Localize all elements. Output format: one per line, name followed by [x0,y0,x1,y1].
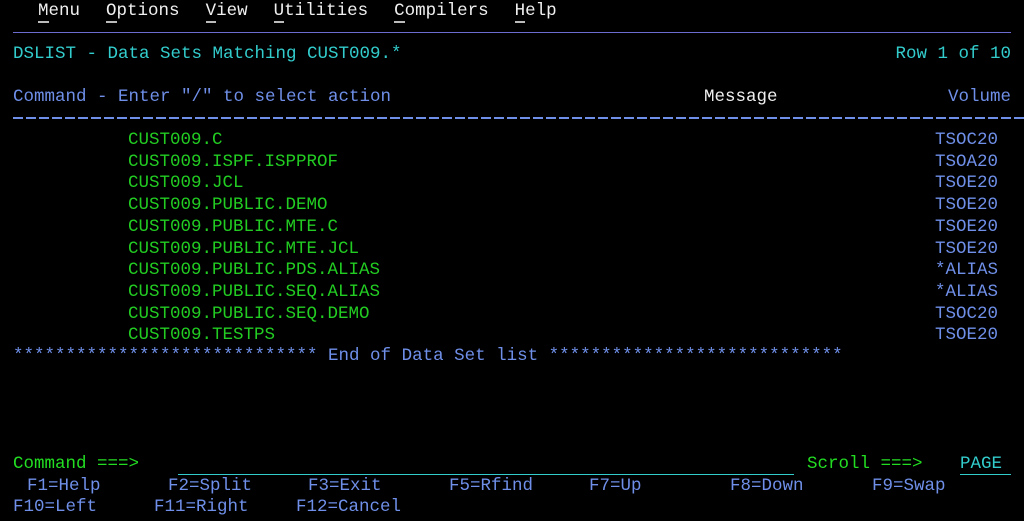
scroll-prompt: Scroll ===> [807,454,923,474]
pf-key[interactable]: F8=Down [730,476,804,497]
command-prompt: Command ===> [13,454,140,474]
dataset-name[interactable]: CUST009.JCL [128,173,244,194]
dataset-name[interactable]: CUST009.PUBLIC.SEQ.DEMO [128,304,370,325]
volume-column-header: Volume [947,87,1011,107]
pf-key[interactable]: F3=Exit [308,476,382,497]
dataset-name[interactable]: CUST009.PUBLIC.MTE.C [128,217,338,238]
menu-options[interactable]: Options [106,1,180,23]
dataset-volume: TSOC20 [935,130,999,150]
dataset-name[interactable]: CUST009.ISPF.ISPPROF [128,152,338,173]
pf-key[interactable]: F5=Rfind [449,476,533,497]
dataset-volume: TSOE20 [935,173,999,194]
message-column-header: Message [704,87,778,107]
menu-view[interactable]: View [205,1,248,23]
pf-key[interactable]: F1=Help [27,476,101,497]
dataset-volume: TSOA20 [935,151,999,172]
scroll-input-underline [960,474,1011,475]
row-info: Row 1 of 10 [895,44,1011,64]
pf-key[interactable]: F11=Right [154,497,249,518]
dataset-volume: TSOE20 [935,195,999,216]
dataset-volume: TSOE20 [935,325,999,346]
command-column-header: Command - Enter "/" to select action [13,87,392,107]
dataset-name[interactable]: CUST009.PUBLIC.SEQ.ALIAS [128,282,380,303]
dataset-name[interactable]: CUST009.PUBLIC.DEMO [128,195,328,216]
dataset-volume: *ALIAS [935,281,999,302]
pf-key[interactable]: F9=Swap [872,476,946,497]
dataset-volume: TSOC20 [935,303,999,324]
menu-utilities[interactable]: Utilities [273,1,368,23]
menu-menu[interactable]: Menu [38,1,80,23]
dataset-volume: TSOE20 [935,238,999,259]
pf-key[interactable]: F7=Up [589,476,642,497]
command-input-underline [178,474,794,475]
dataset-volume: TSOE20 [935,216,999,237]
end-of-list-marker: ***************************** End of Dat… [13,346,843,366]
dataset-volume: *ALIAS [935,260,999,281]
pf-key[interactable]: F12=Cancel [296,497,401,518]
menu-help[interactable]: Help [514,1,557,23]
header-divider [13,117,1024,119]
panel-title: DSLIST - Data Sets Matching CUST009.* [13,44,402,64]
menu-divider [13,32,1011,33]
pf-key[interactable]: F10=Left [13,497,97,518]
dataset-name[interactable]: CUST009.PUBLIC.MTE.JCL [128,239,359,260]
menu-compilers[interactable]: Compilers [394,1,489,23]
dataset-name[interactable]: CUST009.C [128,130,223,151]
scroll-input[interactable]: PAGE [960,454,1002,475]
pf-key[interactable]: F2=Split [168,476,252,497]
menu-bar: Menu Options View Utilities Compilers He… [38,1,583,23]
dataset-name[interactable]: CUST009.PUBLIC.PDS.ALIAS [128,260,380,281]
dataset-name[interactable]: CUST009.TESTPS [128,325,275,346]
